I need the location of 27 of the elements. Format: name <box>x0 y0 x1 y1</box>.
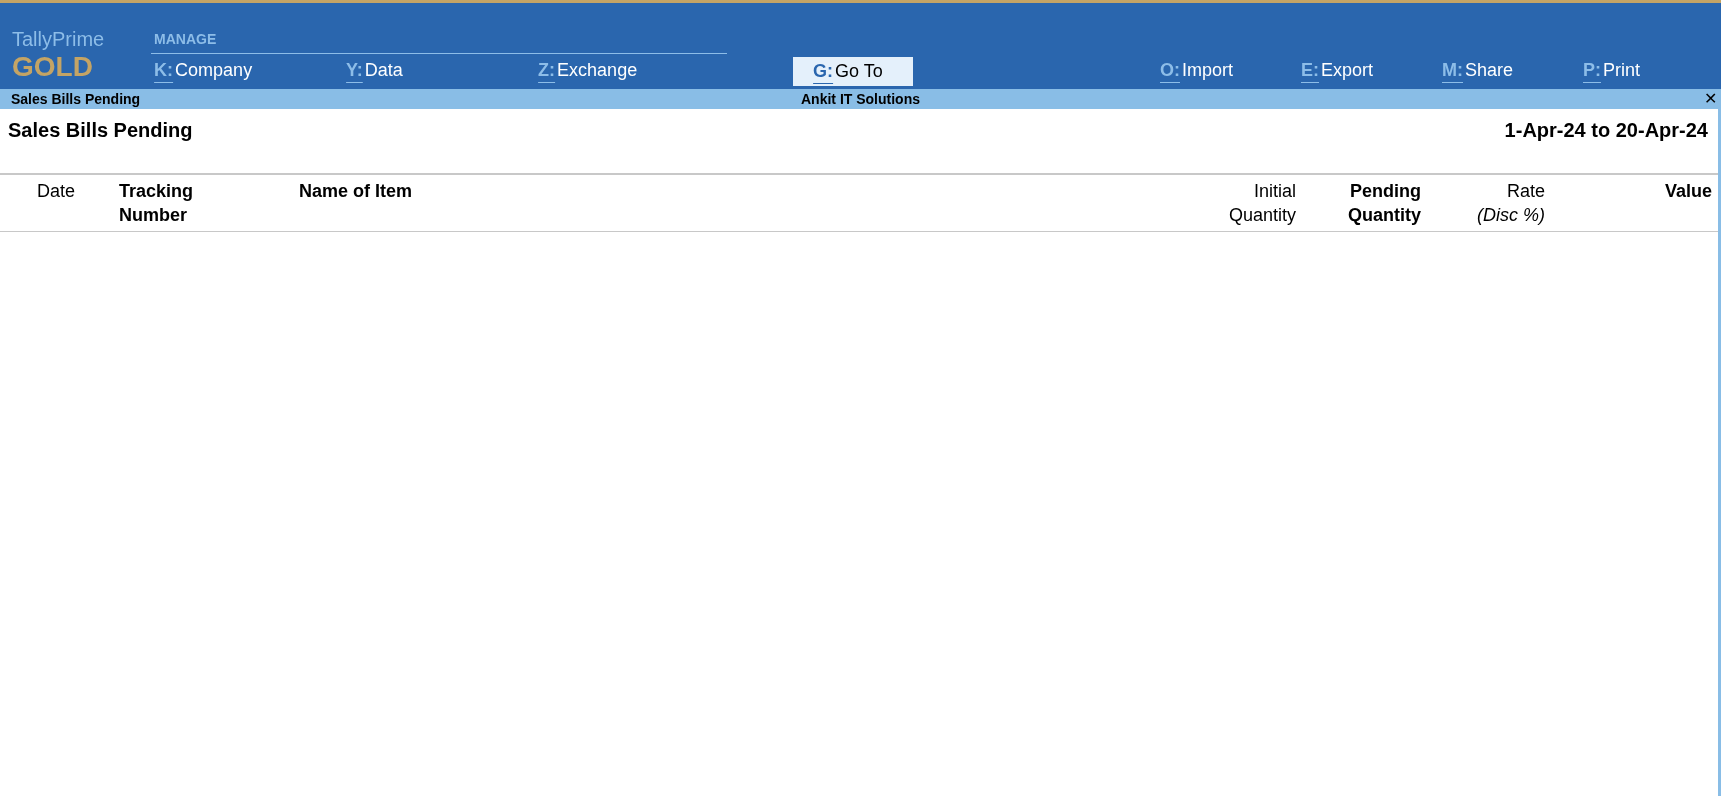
column-header: Rate <box>1506 180 1545 203</box>
go-to-button[interactable]: G:Go To <box>793 57 913 86</box>
menu-item[interactable]: Y:Data <box>343 56 536 89</box>
report-period: 1-Apr-24 to 20-Apr-24 <box>1504 119 1708 143</box>
column-header: Quantity <box>1228 204 1296 227</box>
product-name: TallyPrime <box>12 27 106 51</box>
column-header: Quantity <box>1348 204 1421 227</box>
menu-item[interactable]: Z:Exchange <box>535 56 728 89</box>
menu-item[interactable]: E:Export <box>1298 56 1439 89</box>
company-name: Ankit IT Solutions <box>801 91 920 107</box>
menu-item[interactable]: O:Import <box>1157 56 1298 89</box>
column-header: (Disc %) <box>1477 204 1545 227</box>
column-header: Tracking <box>119 180 194 203</box>
column-header: Value <box>1664 180 1712 203</box>
menu-item[interactable]: K:Company <box>151 56 344 89</box>
menu-item[interactable]: M:Share <box>1439 56 1580 89</box>
column-header: Initial <box>1253 180 1296 203</box>
column-header: Date <box>37 180 75 203</box>
menu-group-label: MANAGE <box>151 31 728 54</box>
column-header: Pending <box>1350 180 1421 203</box>
screen-name: Sales Bills Pending <box>10 91 141 107</box>
column-header: Number <box>119 204 187 227</box>
close-button[interactable]: ✕ <box>1700 90 1721 108</box>
menu-item[interactable]: P:Print <box>1580 56 1721 89</box>
edition-label: GOLD <box>12 51 94 83</box>
report-title: Sales Bills Pending <box>8 119 193 143</box>
column-header: Name of Item <box>299 180 413 203</box>
